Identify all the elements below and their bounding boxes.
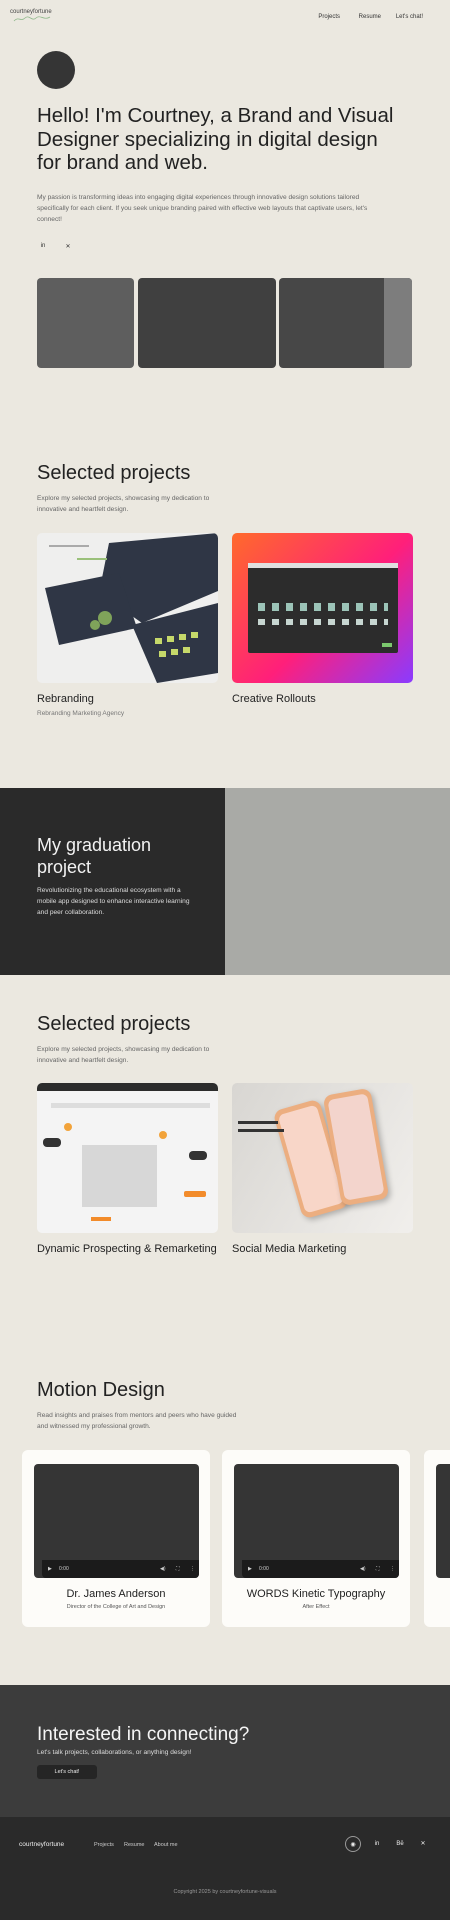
site-footer: courtneyfortune Projects Resume About me… [0,1817,450,1920]
project-image-social-media[interactable] [232,1083,413,1233]
video-time: 0:00 [59,1566,69,1572]
play-icon[interactable]: ▶ [48,1566,52,1572]
project-title[interactable]: Creative Rollouts [232,692,413,706]
footer-logo[interactable]: courtneyfortune [19,1841,64,1848]
more-icon[interactable]: ⋮ [390,1566,395,1572]
video-player[interactable]: ▶ 0:00 ◀) ⛶ ⋮ [234,1464,399,1578]
cta-title: Interested in connecting? [37,1724,250,1745]
contact-cta-section: Interested in connecting? Let's talk pro… [0,1685,450,1817]
gallery-image[interactable] [279,278,412,368]
section-title: Motion Design [37,1379,165,1401]
dribbble-icon[interactable]: ◉ [345,1836,361,1852]
project-title[interactable]: Dynamic Prospecting & Remarketing [37,1242,218,1256]
motion-card-subtitle: Director of the College of Art and Desig… [66,1604,166,1610]
hero-gallery [37,278,412,368]
gallery-image[interactable] [37,278,134,368]
project-title[interactable]: Rebranding [37,692,218,706]
nav-projects[interactable]: Projects [318,14,340,20]
gallery-image[interactable] [138,278,276,368]
logo-signature [13,16,51,22]
linkedin-icon[interactable]: in [37,243,49,249]
motion-card-subtitle: After Effect [302,1604,330,1610]
section-title: Selected projects [37,462,191,484]
graduation-description: Revolutionizing the educational ecosyste… [37,887,190,916]
volume-icon[interactable]: ◀) [160,1566,166,1572]
video-player[interactable]: ▶ 0:00 ◀) ⛶ ⋮ [34,1464,199,1578]
graduation-image [225,788,450,975]
video-controls[interactable]: ▶ 0:00 ◀) ⛶ ⋮ [42,1560,199,1578]
nav-resume[interactable]: Resume [359,14,381,20]
footer-nav-projects[interactable]: Projects [94,1842,114,1848]
hero-title: Hello! I'm Courtney, a Brand and Visual … [37,104,394,174]
project-image-creative-rollouts[interactable] [232,533,413,683]
volume-icon[interactable]: ◀) [360,1566,366,1572]
project-subtitle: Rebranding Marketing Agency [37,710,125,717]
copyright: Copyright 2025 by courtneyfortune-visual… [173,1889,277,1895]
footer-nav-about[interactable]: About me [154,1842,178,1848]
avatar [37,51,75,89]
graduation-project-banner[interactable]: My graduation project Revolutionizing th… [0,788,450,975]
lets-chat-button[interactable]: Let's chat! [37,1765,97,1779]
graduation-title: My graduation project [37,835,152,877]
project-title[interactable]: Social Media Marketing [232,1242,413,1256]
motion-card[interactable]: ▶ 0:00 ◀) ⛶ ⋮ Dr. James Anderson Directo… [22,1450,210,1627]
more-icon[interactable]: ⋮ [190,1566,195,1572]
nav-lets-chat[interactable]: Let's chat! [396,14,423,20]
cta-subtitle: Let's talk projects, collaborations, or … [37,1749,192,1756]
video-controls[interactable]: ▶ 0:00 ◀) ⛶ ⋮ [242,1560,399,1578]
section-description: Explore my selected projects, showcasing… [37,1046,210,1064]
motion-card-partial[interactable] [424,1450,450,1627]
video-time: 0:00 [259,1566,269,1572]
project-image-dynamic-prospecting[interactable] [37,1083,218,1233]
site-header: courtneyfortune Projects Resume Let's ch… [0,0,450,36]
motion-card-title: WORDS Kinetic Typography [246,1588,386,1600]
fullscreen-icon[interactable]: ⛶ [176,1566,180,1572]
x-icon[interactable]: ✕ [62,243,74,250]
section-title: Selected projects [37,1013,191,1035]
project-image-rebranding[interactable] [37,533,218,683]
linkedin-icon[interactable]: in [369,1836,385,1852]
fullscreen-icon[interactable]: ⛶ [376,1566,380,1572]
hero-description: My passion is transforming ideas into en… [37,194,368,223]
motion-card-title: Dr. James Anderson [66,1588,166,1600]
footer-nav-resume[interactable]: Resume [124,1842,144,1848]
motion-card[interactable]: ▶ 0:00 ◀) ⛶ ⋮ WORDS Kinetic Typography A… [222,1450,410,1627]
x-icon[interactable]: ✕ [415,1836,431,1852]
play-icon[interactable]: ▶ [248,1566,252,1572]
section-description: Read insights and praises from mentors a… [37,1412,237,1430]
section-description: Explore my selected projects, showcasing… [37,495,210,513]
behance-icon[interactable]: Bē [392,1836,408,1852]
